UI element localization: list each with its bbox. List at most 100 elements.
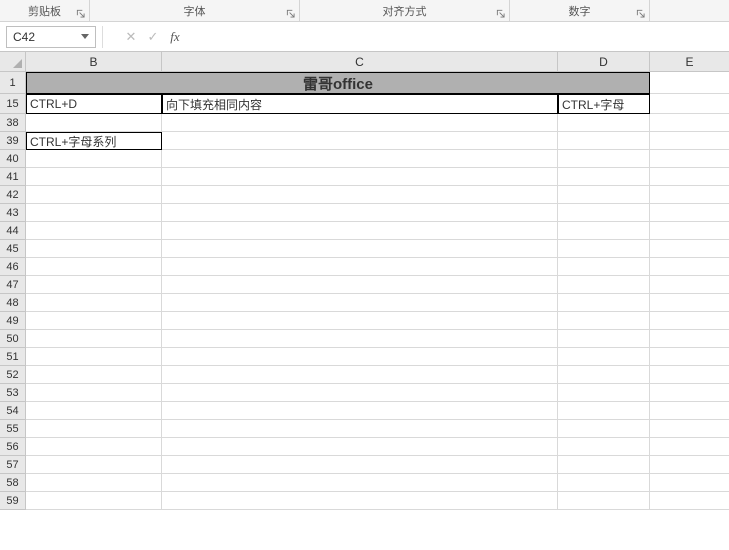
cell[interactable] [558,420,650,438]
row-header[interactable]: 38 [0,114,26,132]
column-header-c[interactable]: C [162,52,558,72]
row-header[interactable]: 58 [0,474,26,492]
cell[interactable] [162,150,558,168]
name-box[interactable]: C42 [6,26,96,48]
cell[interactable] [558,276,650,294]
column-header-d[interactable]: D [558,52,650,72]
cell[interactable] [162,294,558,312]
cell[interactable] [26,150,162,168]
row-header[interactable]: 44 [0,222,26,240]
cell[interactable] [26,276,162,294]
cell[interactable] [26,312,162,330]
cell[interactable] [650,94,729,114]
cell[interactable] [558,384,650,402]
dialog-launcher-icon[interactable] [284,7,296,19]
row-header[interactable]: 42 [0,186,26,204]
cell[interactable] [650,240,729,258]
cell[interactable] [162,456,558,474]
column-header-b[interactable]: B [26,52,162,72]
row-header[interactable]: 39 [0,132,26,150]
cell[interactable] [558,438,650,456]
cell[interactable] [650,276,729,294]
cell[interactable] [26,402,162,420]
cell[interactable] [650,294,729,312]
title-merged-cell[interactable]: 雷哥office [26,72,650,94]
cell[interactable] [162,168,558,186]
row-header[interactable]: 15 [0,94,26,114]
dialog-launcher-icon[interactable] [74,7,86,19]
row-header[interactable]: 47 [0,276,26,294]
cell[interactable]: CTRL+字母系列 [26,132,162,150]
cell[interactable] [650,492,729,510]
row-header[interactable]: 59 [0,492,26,510]
cell[interactable] [558,474,650,492]
cell[interactable] [162,348,558,366]
cell[interactable] [650,186,729,204]
cell[interactable]: 向下填充相同内容 [162,94,558,114]
cell[interactable] [26,240,162,258]
cell[interactable] [650,312,729,330]
cell[interactable] [650,456,729,474]
row-header[interactable]: 1 [0,72,26,94]
cell[interactable] [162,492,558,510]
cell[interactable] [162,186,558,204]
row-header[interactable]: 53 [0,384,26,402]
cell[interactable] [558,294,650,312]
cell[interactable] [558,114,650,132]
cell[interactable] [26,420,162,438]
dialog-launcher-icon[interactable] [494,7,506,19]
cell[interactable] [558,330,650,348]
cell[interactable] [162,258,558,276]
cell[interactable] [558,222,650,240]
cell[interactable] [558,240,650,258]
cell[interactable] [558,492,650,510]
cell[interactable] [26,330,162,348]
cell[interactable] [26,114,162,132]
cell[interactable] [26,222,162,240]
row-header[interactable]: 52 [0,366,26,384]
chevron-down-icon[interactable] [81,34,89,39]
cell[interactable] [558,258,650,276]
column-header-e[interactable]: E [650,52,729,72]
cell[interactable] [650,438,729,456]
row-header[interactable]: 54 [0,402,26,420]
cell[interactable] [650,420,729,438]
cell[interactable] [26,492,162,510]
cell[interactable] [26,204,162,222]
cell[interactable] [162,420,558,438]
cell[interactable] [650,366,729,384]
cell[interactable] [558,150,650,168]
cell[interactable] [26,258,162,276]
cell[interactable] [162,114,558,132]
cell[interactable] [650,132,729,150]
cell[interactable] [26,384,162,402]
cell[interactable] [26,456,162,474]
cancel-entry-button[interactable]: ✕ [120,26,142,48]
cell[interactable] [26,438,162,456]
row-header[interactable]: 45 [0,240,26,258]
cell[interactable] [26,348,162,366]
select-all-corner[interactable] [0,52,26,72]
cell[interactable] [558,348,650,366]
cell[interactable] [162,330,558,348]
cell[interactable] [26,294,162,312]
confirm-entry-button[interactable]: ✓ [142,26,164,48]
cell[interactable] [26,186,162,204]
cell[interactable] [162,438,558,456]
dialog-launcher-icon[interactable] [634,7,646,19]
cell[interactable] [162,276,558,294]
row-header[interactable]: 46 [0,258,26,276]
row-header[interactable]: 43 [0,204,26,222]
cell[interactable] [26,474,162,492]
row-header[interactable]: 55 [0,420,26,438]
cell[interactable] [162,240,558,258]
row-header[interactable]: 48 [0,294,26,312]
cell[interactable] [650,150,729,168]
row-header[interactable]: 41 [0,168,26,186]
cell[interactable] [650,258,729,276]
cell[interactable] [558,456,650,474]
cell[interactable] [650,114,729,132]
insert-function-button[interactable]: fx [164,26,186,48]
cell[interactable] [558,168,650,186]
cell[interactable] [650,348,729,366]
